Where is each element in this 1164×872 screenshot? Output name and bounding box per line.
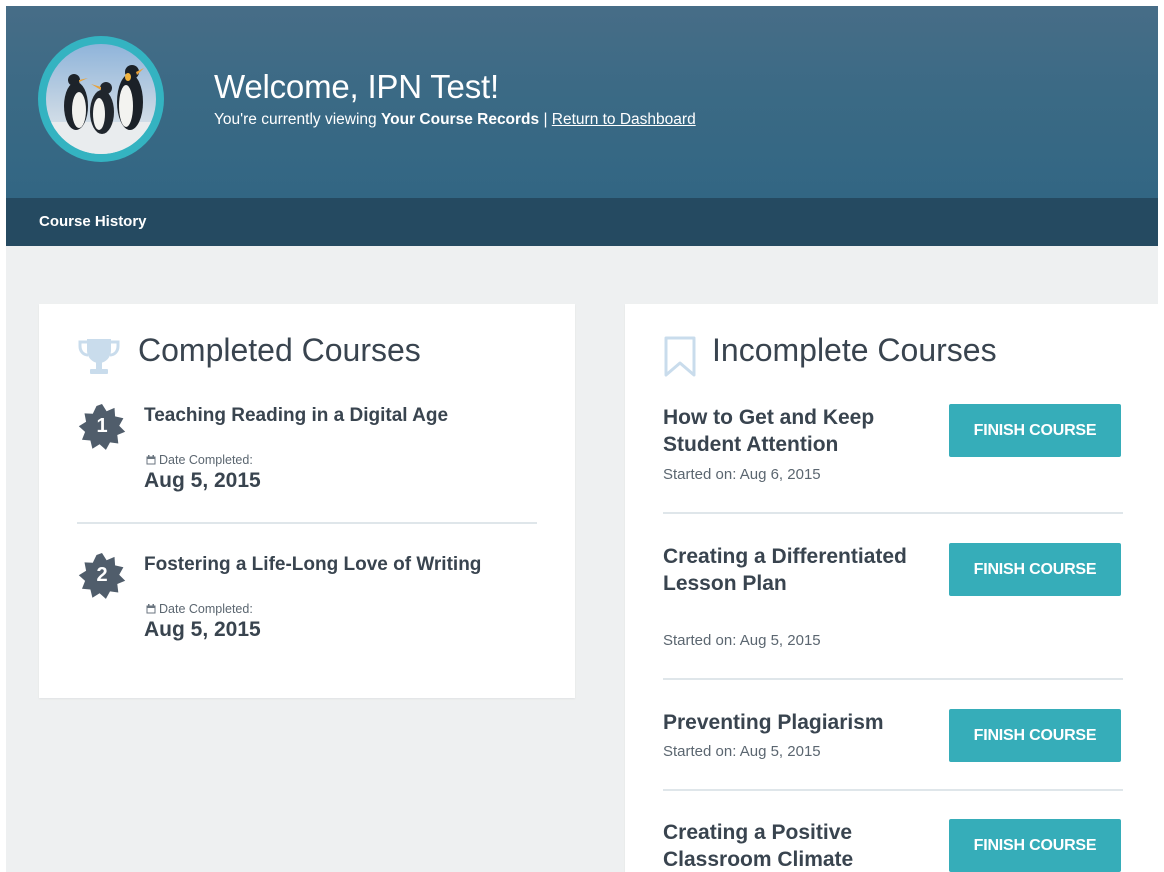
rank-badge-icon: 2 [77, 552, 127, 602]
incomplete-courses-title: Incomplete Courses [712, 332, 997, 368]
avatar [38, 36, 164, 162]
date-completed-label: Date Completed: [146, 602, 253, 616]
completed-date: Aug 5, 2015 [144, 618, 261, 641]
trophy-icon [77, 336, 121, 381]
rank-number: 1 [96, 415, 108, 437]
finish-course-button[interactable]: FINISH COURSE [949, 819, 1121, 872]
completed-courses-title: Completed Courses [138, 332, 421, 368]
divider [663, 678, 1123, 680]
started-date: Started on: Aug 5, 2015 [663, 632, 821, 649]
completed-courses-card: Completed Courses 1 Teaching Reading in … [39, 304, 575, 698]
profile-header: Welcome, IPN Test! You're currently view… [6, 6, 1158, 198]
bookmark-icon [663, 336, 697, 383]
incomplete-course-title[interactable]: Preventing Plagiarism [663, 709, 923, 736]
completed-course-title[interactable]: Teaching Reading in a Digital Age [144, 405, 448, 427]
incomplete-courses-card: Incomplete Courses How to Get and Keep S… [625, 304, 1158, 872]
divider [663, 789, 1123, 791]
welcome-heading: Welcome, IPN Test! [214, 68, 499, 105]
date-label-text: Date Completed: [159, 453, 253, 467]
incomplete-course-title[interactable]: Creating a Positive Classroom Climate [663, 819, 923, 872]
divider [77, 522, 537, 524]
finish-course-button[interactable]: FINISH COURSE [949, 709, 1121, 762]
started-date: Started on: Aug 6, 2015 [663, 466, 821, 483]
viewing-status: You're currently viewing Your Course Rec… [214, 111, 696, 129]
separator: | [539, 111, 552, 128]
incomplete-course-title[interactable]: How to Get and Keep Student Attention [663, 404, 923, 458]
date-completed-label: Date Completed: [146, 453, 253, 467]
sub-navbar: Course History [6, 198, 1158, 246]
rank-badge-icon: 1 [77, 403, 127, 453]
completed-date: Aug 5, 2015 [144, 469, 261, 492]
return-to-dashboard-link[interactable]: Return to Dashboard [552, 111, 696, 128]
viewing-section: Your Course Records [380, 111, 540, 128]
incomplete-course-title[interactable]: Creating a Differentiated Lesson Plan [663, 543, 923, 597]
divider [663, 512, 1123, 514]
nav-course-history[interactable]: Course History [39, 213, 147, 230]
started-date: Started on: Aug 5, 2015 [663, 743, 821, 760]
penguin-photo [46, 44, 156, 154]
viewing-prefix: You're currently viewing [214, 111, 381, 128]
completed-course-title[interactable]: Fostering a Life-Long Love of Writing [144, 554, 481, 576]
date-label-text: Date Completed: [159, 602, 253, 616]
course-records-page: Welcome, IPN Test! You're currently view… [6, 6, 1158, 872]
calendar-icon [146, 455, 156, 465]
rank-number: 2 [96, 564, 108, 586]
calendar-icon [146, 604, 156, 614]
finish-course-button[interactable]: FINISH COURSE [949, 543, 1121, 596]
finish-course-button[interactable]: FINISH COURSE [949, 404, 1121, 457]
